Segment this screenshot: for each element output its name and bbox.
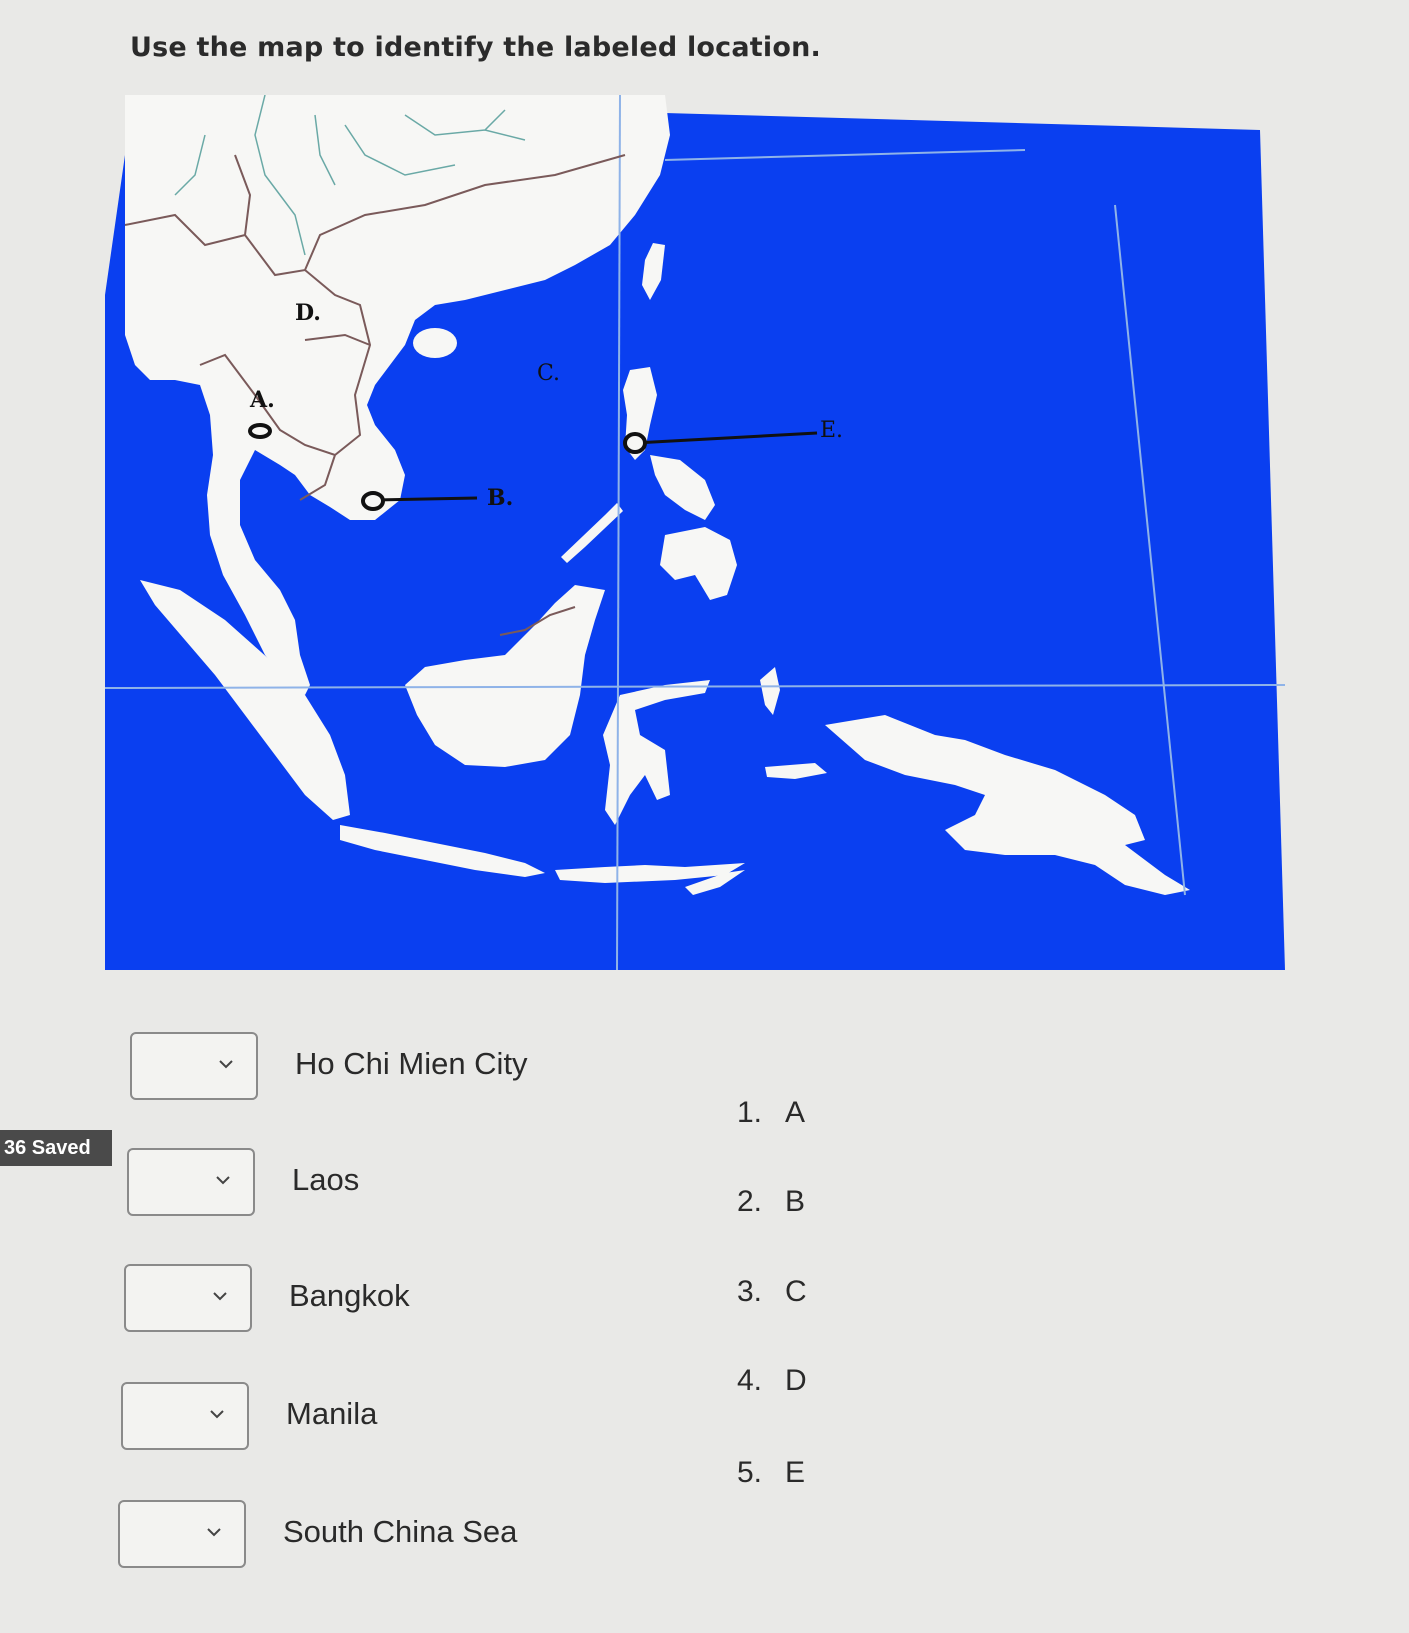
answer-select[interactable] (118, 1500, 246, 1568)
match-label: Bangkok (289, 1278, 410, 1313)
answer-letter: D (785, 1364, 807, 1397)
marker-label-e: E. (820, 418, 843, 443)
answer-select[interactable] (127, 1148, 255, 1216)
chevron-down-icon (219, 1060, 233, 1069)
marker-b-line (372, 496, 478, 502)
chevron-down-icon (213, 1292, 227, 1301)
answer-number: 2. (737, 1185, 763, 1218)
marker-label-b: B. (487, 485, 513, 511)
answer-number: 5. (737, 1456, 763, 1489)
match-label: South China Sea (283, 1514, 518, 1549)
saved-status-badge: 36 Saved (0, 1130, 112, 1166)
answer-choice: 3. C (737, 1275, 807, 1309)
answer-letter: A (785, 1096, 806, 1129)
answer-select[interactable] (130, 1032, 258, 1100)
answer-number: 1. (737, 1096, 763, 1129)
map-svg: A. B. C. D. E. (105, 95, 1285, 970)
answer-choice: 1. A (737, 1096, 805, 1130)
southeast-asia-map: A. B. C. D. E. (105, 95, 1285, 970)
answer-number: 3. (737, 1275, 763, 1308)
question-prompt: Use the map to identify the labeled loca… (130, 32, 821, 63)
answer-letter: E (785, 1456, 806, 1489)
marker-label-a: A. (249, 387, 275, 413)
answer-choice: 2. B (737, 1185, 805, 1219)
answer-letter: B (785, 1185, 806, 1218)
match-label: Ho Chi Mien City (295, 1046, 528, 1081)
hainan-island (413, 328, 457, 358)
marker-label-c: C. (537, 361, 560, 386)
answer-choice: 4. D (737, 1364, 807, 1398)
marker-b-circle (361, 491, 385, 511)
match-label: Manila (286, 1396, 378, 1431)
chevron-down-icon (216, 1176, 230, 1185)
marker-e-circle (623, 432, 647, 454)
chevron-down-icon (210, 1410, 224, 1419)
match-label: Laos (292, 1162, 360, 1197)
marker-label-d: D. (295, 300, 321, 326)
marker-a-circle (248, 423, 272, 439)
chevron-down-icon (207, 1528, 221, 1537)
answer-choice: 5. E (737, 1456, 805, 1490)
answer-select[interactable] (124, 1264, 252, 1332)
answer-number: 4. (737, 1364, 763, 1397)
answer-select[interactable] (121, 1382, 249, 1450)
answer-letter: C (785, 1275, 807, 1308)
